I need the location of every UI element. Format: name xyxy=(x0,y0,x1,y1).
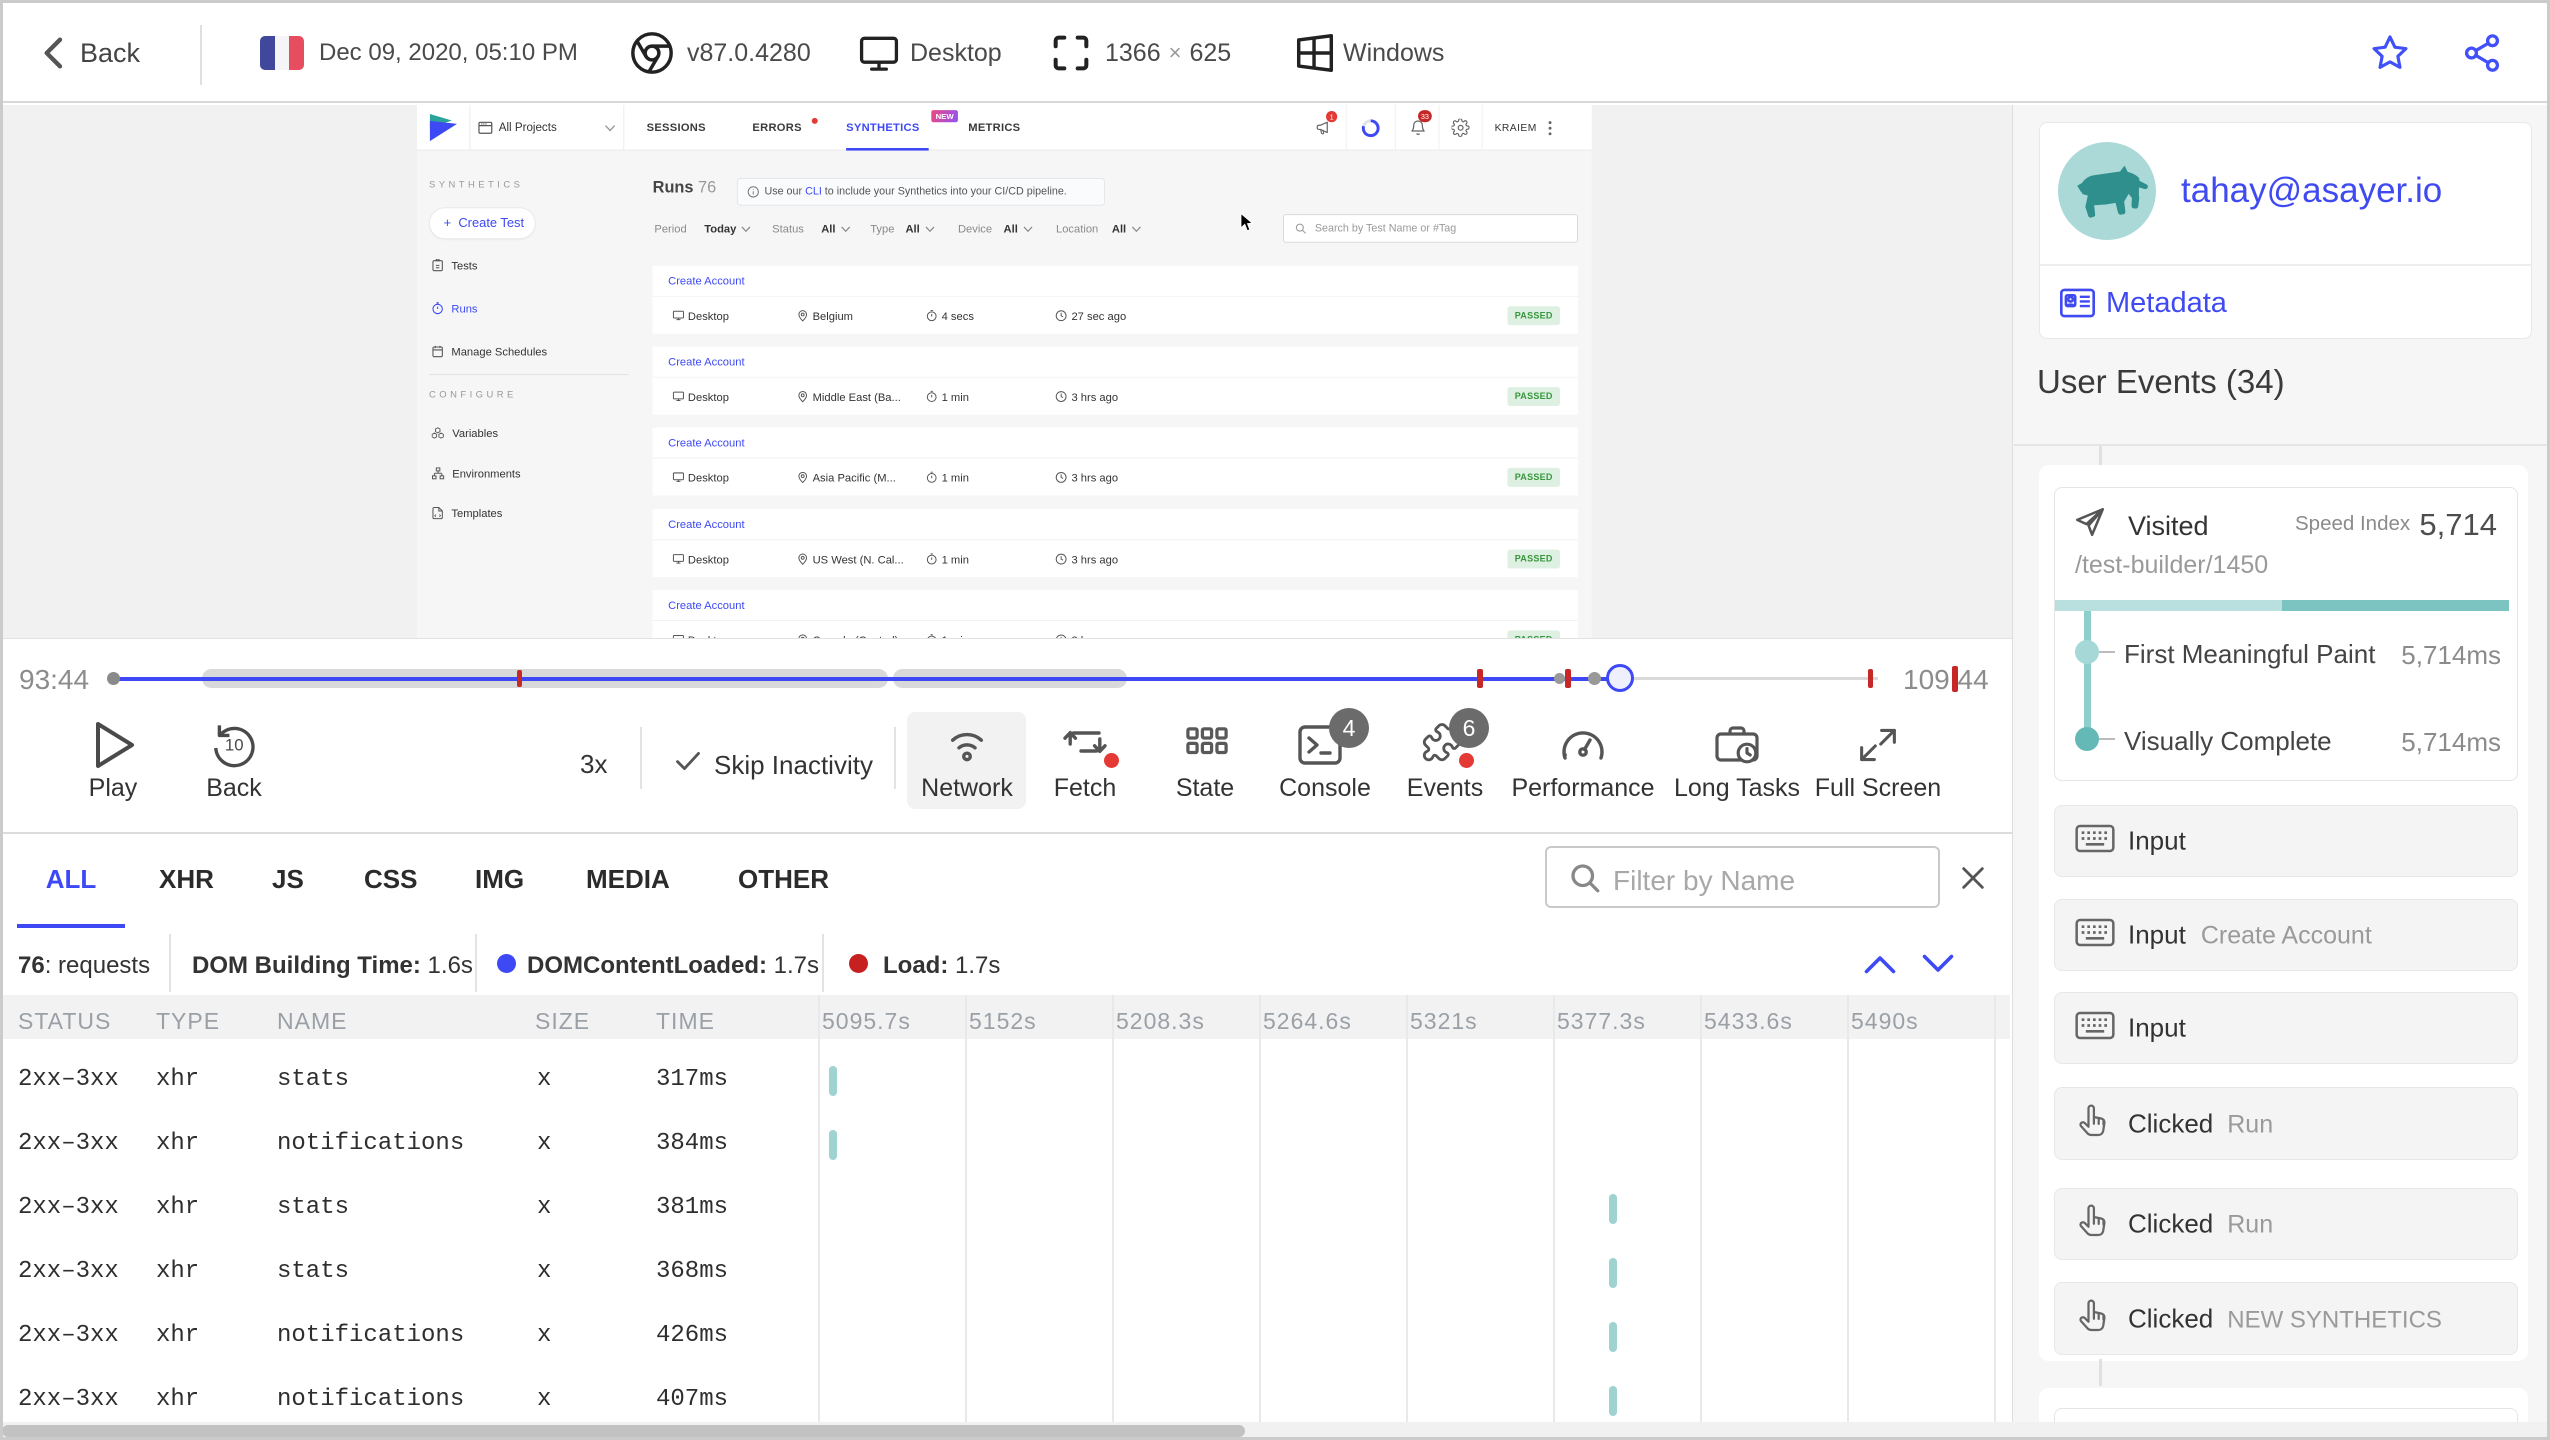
svg-text:10: 10 xyxy=(225,736,244,755)
